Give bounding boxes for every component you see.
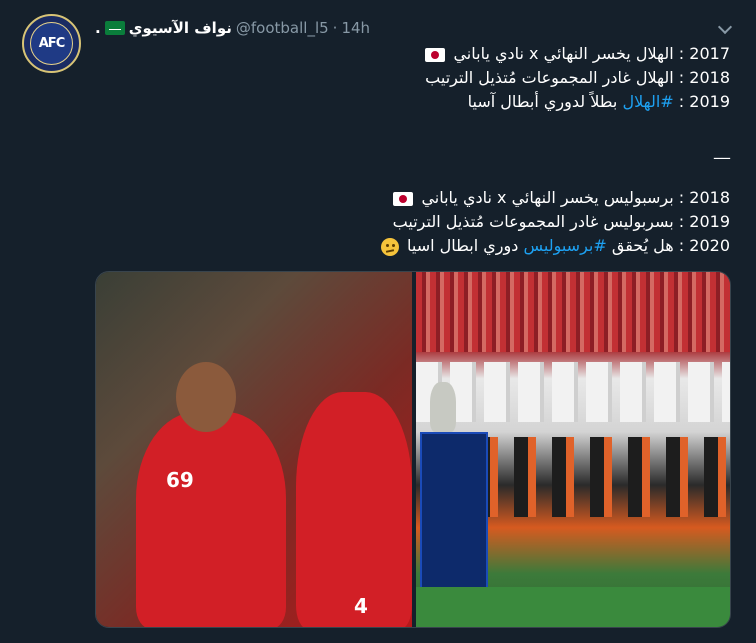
jersey-number: 69 <box>166 468 194 492</box>
display-name-suffix[interactable]: . <box>95 19 101 37</box>
tweet-line-text: 2018 : برسبوليس يخسر النهائي x نادي يابا… <box>421 188 730 207</box>
tweet-line: 2018 : الهلال غادر المجموعات مُتذيل التر… <box>90 66 730 90</box>
saudi-flag-icon <box>104 21 125 35</box>
tweet-line: 2019 : #الهلال بطلاً لدوري أبطال آسيا <box>90 90 730 114</box>
photo-celebration[interactable]: 69 4 <box>96 272 412 627</box>
trophy <box>430 382 456 432</box>
player-head <box>176 362 236 432</box>
separator-dot: · <box>332 19 338 37</box>
chevron-down-icon[interactable] <box>717 19 733 35</box>
tweet-header: . نواف الآسيوي @football_l5 · 14h <box>95 16 370 40</box>
thinking-face-icon <box>380 237 399 256</box>
player-figure <box>296 392 412 627</box>
jersey-number: 4 <box>354 594 368 618</box>
timestamp[interactable]: 14h <box>341 19 370 37</box>
tweet-line-text: دوري ابطال اسيا <box>407 236 524 255</box>
tweet-line: 2019 : بسربوليس غادر المجموعات مُتذيل ال… <box>90 210 730 234</box>
player-figure <box>136 412 286 627</box>
tweet-line: 2020 : هل يُحقق #برسبوليس دوري ابطال اسي… <box>90 234 730 258</box>
divider-line: __ <box>90 138 730 162</box>
user-handle[interactable]: @football_l5 <box>236 19 329 37</box>
tweet-line-text: 2019 : <box>673 92 730 111</box>
afc-logo: AFC <box>30 22 73 65</box>
crowd <box>416 272 730 352</box>
japan-flag-icon <box>393 191 414 206</box>
avatar[interactable]: AFC <box>22 14 81 73</box>
japan-flag-icon <box>425 47 446 62</box>
tweet-line: 2017 : الهلال يخسر النهائي x نادي ياباني <box>90 42 730 66</box>
photo-team-lineup[interactable] <box>416 272 730 627</box>
tweet-text: 2017 : الهلال يخسر النهائي x نادي ياباني… <box>90 42 730 258</box>
tweet-line-text: 2020 : هل يُحقق <box>606 236 730 255</box>
hashtag-link[interactable]: #برسبوليس <box>523 236 606 255</box>
divider-text: __ <box>714 140 730 159</box>
media-grid: 69 4 <box>95 271 731 628</box>
tweet-line: 2018 : برسبوليس يخسر النهائي x نادي يابا… <box>90 186 730 210</box>
mascots-row <box>476 437 730 517</box>
tweet-line-text: بطلاً لدوري أبطال آسيا <box>467 92 623 111</box>
tweet-line-text: 2017 : الهلال يخسر النهائي x نادي ياباني <box>453 44 730 63</box>
display-name[interactable]: نواف الآسيوي <box>129 19 232 37</box>
tweet[interactable]: AFC . نواف الآسيوي @football_l5 · 14h 20… <box>0 0 756 643</box>
players-row <box>416 362 730 422</box>
tweet-line-text: 2018 : الهلال غادر المجموعات مُتذيل التر… <box>425 68 730 87</box>
hashtag-link[interactable]: #الهلال <box>622 92 673 111</box>
tweet-line-text: 2019 : بسربوليس غادر المجموعات مُتذيل ال… <box>392 212 730 231</box>
pitch-grass <box>416 587 730 627</box>
